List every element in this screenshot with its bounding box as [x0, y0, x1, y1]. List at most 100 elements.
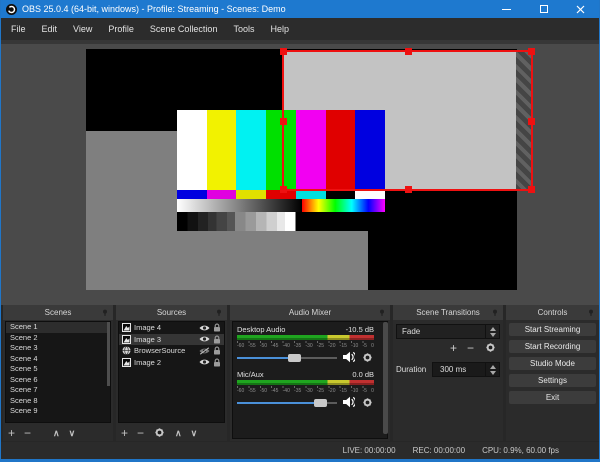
move-source-up-button[interactable]: ∧ — [175, 428, 182, 438]
volume-slider[interactable] — [237, 398, 337, 407]
scene-item[interactable]: Scene 4 — [6, 354, 110, 365]
speaker-icon[interactable] — [343, 351, 355, 363]
scene-item[interactable]: Scene 3 — [6, 343, 110, 354]
cast-white — [355, 190, 386, 199]
selection-handle-bottom-mid[interactable] — [404, 186, 412, 193]
duration-spinbox[interactable]: 300 ms — [432, 362, 500, 377]
transition-selected-value: Fade — [402, 327, 421, 336]
move-scene-up-button[interactable]: ∧ — [53, 428, 60, 438]
scene-item[interactable]: Scene 1 — [6, 322, 110, 333]
window-title: OBS 25.0.4 (64-bit, windows) - Profile: … — [22, 4, 286, 14]
start-recording-button[interactable]: Start Recording — [509, 340, 596, 353]
scenes-scrollbar[interactable] — [107, 322, 110, 386]
scene-item[interactable]: Scene 6 — [6, 375, 110, 386]
meter-tick-labels: -60 -55 -50 -45 -40 -35 -30 -25 -20 -15 -10 -5 0 — [237, 343, 374, 349]
add-transition-button[interactable]: + — [450, 342, 457, 354]
add-source-button[interactable]: + — [121, 427, 128, 439]
scene-item[interactable]: Scene 2 — [6, 333, 110, 344]
selection-handle-mid-left[interactable] — [280, 117, 287, 125]
scene-item[interactable]: Scene 9 — [6, 406, 110, 417]
pin-icon[interactable] — [588, 309, 595, 317]
controls-panel-title: Controls — [506, 305, 599, 320]
lock-icon[interactable] — [213, 335, 221, 344]
docks-area: Scenes Scene 1 Scene 2 Scene 3 Scene 4 S… — [1, 305, 599, 442]
start-streaming-button[interactable]: Start Streaming — [509, 323, 596, 336]
transition-properties-gear-icon[interactable] — [484, 341, 497, 354]
menubar: File Edit View Profile Scene Collection … — [1, 18, 599, 40]
source-item[interactable]: Image 4 — [119, 322, 224, 334]
eye-icon[interactable] — [199, 358, 210, 366]
channel-gear-icon[interactable] — [361, 396, 374, 409]
selection-handle-top-right[interactable] — [528, 48, 535, 55]
menu-help[interactable]: Help — [262, 18, 297, 40]
lock-icon[interactable] — [213, 358, 221, 367]
selection-handle-top-mid[interactable] — [404, 48, 412, 55]
close-button[interactable] — [562, 0, 599, 18]
remove-transition-button[interactable]: − — [467, 342, 474, 354]
chevron-down-icon — [489, 332, 496, 337]
source-properties-gear-icon[interactable] — [153, 426, 166, 439]
volume-slider[interactable] — [237, 353, 337, 362]
selection-handle-bottom-left[interactable] — [280, 186, 287, 193]
image-source-icon — [122, 357, 131, 367]
menu-view[interactable]: View — [65, 18, 100, 40]
selection-handle-mid-right[interactable] — [528, 117, 535, 125]
preview-area — [1, 40, 599, 305]
remove-source-button[interactable]: − — [137, 427, 144, 439]
menu-scene-collection[interactable]: Scene Collection — [142, 18, 226, 40]
lock-icon[interactable] — [213, 346, 221, 356]
channel-name: Mic/Aux — [237, 370, 264, 379]
channel-level-db: 0.0 dB — [352, 370, 374, 379]
menu-file[interactable]: File — [3, 18, 34, 40]
menu-edit[interactable]: Edit — [34, 18, 66, 40]
scene-item[interactable]: Scene 5 — [6, 364, 110, 375]
pin-icon[interactable] — [102, 309, 109, 317]
volume-slider-handle[interactable] — [314, 398, 327, 407]
duration-spinner[interactable] — [485, 363, 499, 376]
studio-mode-button[interactable]: Studio Mode — [509, 357, 596, 370]
combo-spinner[interactable] — [485, 325, 499, 338]
cpu-fps: CPU: 0.9%, 60.00 fps — [482, 446, 559, 455]
image-source-icon — [122, 323, 131, 333]
minimize-button[interactable] — [488, 0, 525, 18]
menu-profile[interactable]: Profile — [100, 18, 142, 40]
speaker-icon[interactable] — [343, 396, 355, 408]
eye-icon[interactable] — [199, 324, 210, 332]
settings-button[interactable]: Settings — [509, 374, 596, 387]
lock-icon[interactable] — [213, 323, 221, 333]
pin-icon[interactable] — [492, 309, 499, 317]
move-scene-down-button[interactable]: ∨ — [69, 428, 76, 438]
transitions-panel-title: Scene Transitions — [393, 305, 503, 320]
chevron-up-icon — [489, 326, 496, 331]
mixer-channel-mic-aux: Mic/Aux 0.0 dB -60 -55 -50 -45 -40 -35 -30 -25-… — [237, 370, 374, 408]
scene-item[interactable]: Scene 8 — [6, 396, 110, 407]
eye-off-icon[interactable] — [199, 347, 210, 355]
menu-tools[interactable]: Tools — [225, 18, 262, 40]
mixer-title-label: Audio Mixer — [288, 308, 332, 317]
selection-handle-top-left[interactable] — [280, 48, 287, 55]
scene-item[interactable]: Scene 7 — [6, 385, 110, 396]
mixer-scrollbar[interactable] — [383, 322, 388, 434]
remove-scene-button[interactable]: − — [24, 427, 31, 439]
channel-gear-icon[interactable] — [361, 351, 374, 364]
maximize-button[interactable] — [525, 0, 562, 18]
selection-handle-bottom-right[interactable] — [528, 186, 535, 193]
exit-button[interactable]: Exit — [509, 391, 596, 404]
source-item[interactable]: BrowserSource — [119, 345, 224, 357]
eye-icon[interactable] — [199, 335, 210, 343]
volume-meter — [237, 335, 374, 340]
rec-time: REC: 00:00:00 — [412, 446, 466, 455]
sources-title-label: Sources — [156, 308, 187, 317]
transition-select[interactable]: Fade — [396, 324, 500, 339]
move-source-down-button[interactable]: ∨ — [191, 428, 198, 438]
source-item[interactable]: Image 2 — [119, 357, 224, 369]
channel-level-db: -10.5 dB — [345, 325, 374, 334]
cast-black — [325, 190, 356, 199]
source-item[interactable]: Image 3 — [119, 333, 224, 345]
add-scene-button[interactable]: + — [8, 427, 15, 439]
pin-icon[interactable] — [379, 309, 386, 317]
sources-list: Image 4 Image 3 BrowserSource Image 2 — [118, 321, 225, 423]
pin-icon[interactable] — [216, 309, 223, 317]
selection-outline — [280, 48, 535, 193]
volume-slider-handle[interactable] — [288, 353, 301, 362]
